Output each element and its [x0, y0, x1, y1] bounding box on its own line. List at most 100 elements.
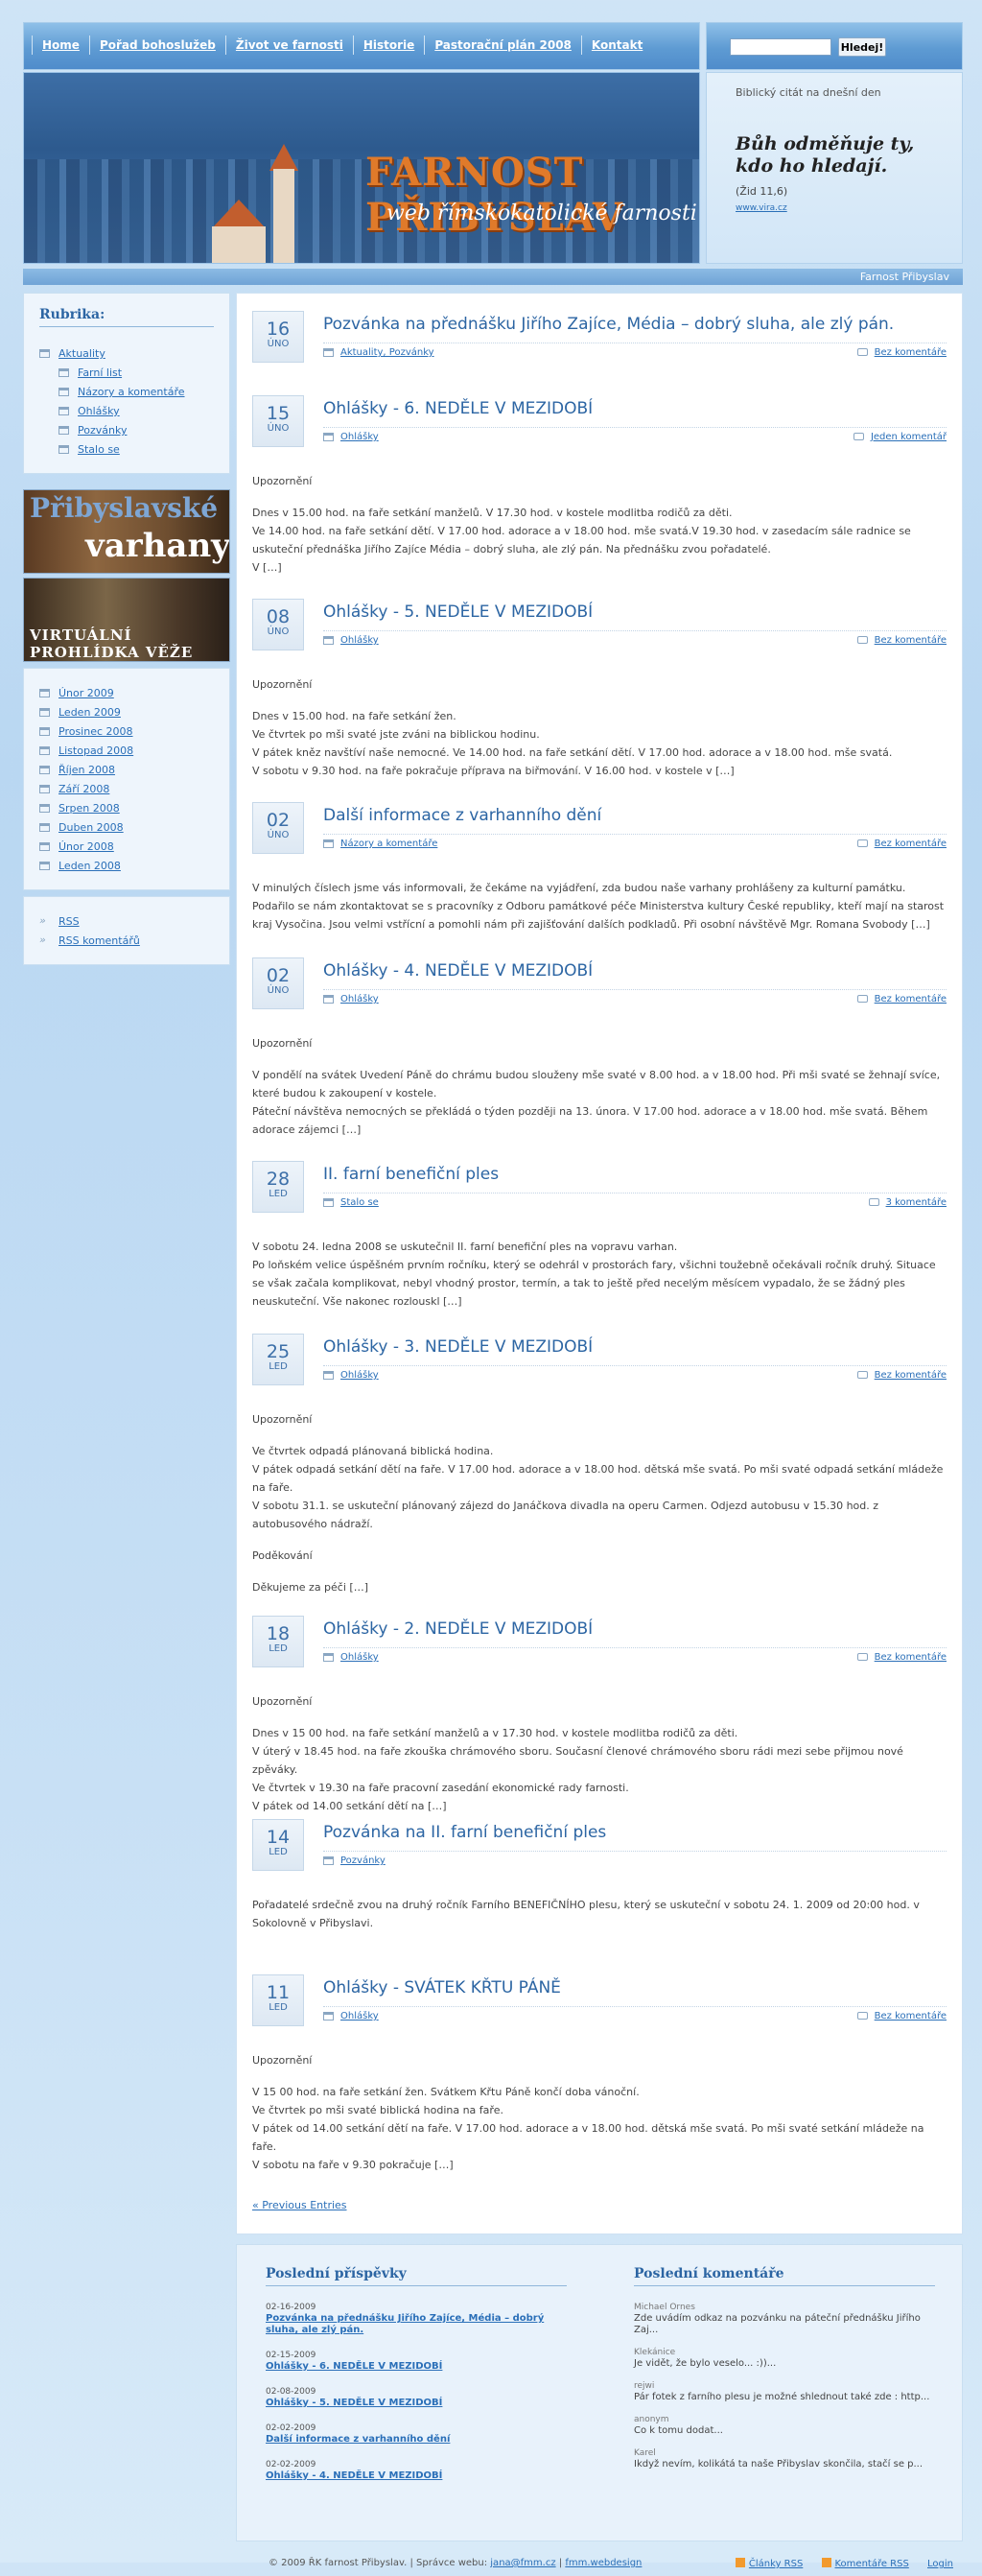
rss-feed-item[interactable]: » RSS	[39, 912, 214, 932]
post-category-link[interactable]: Ohlášky	[340, 1370, 379, 1381]
archive-item[interactable]: Únor 2008	[39, 838, 214, 857]
post-title-link[interactable]: Ohlášky - 3. NEDĚLE V MEZIDOBÍ	[323, 1337, 593, 1357]
admin-email-link[interactable]: jana@fmm.cz	[490, 2558, 555, 2568]
nav-item-parish-life[interactable]: Život ve farnosti	[224, 35, 353, 55]
post-comments-label[interactable]: Bez komentáře	[875, 839, 947, 849]
archive-link[interactable]: Duben 2008	[58, 821, 124, 834]
post-category-link[interactable]: Ohlášky	[340, 994, 379, 1004]
post-title-link[interactable]: II. farní benefiční ples	[323, 1165, 499, 1184]
archive-link[interactable]: Září 2008	[58, 783, 109, 795]
post-title-link[interactable]: Ohlášky - 6. NEDĚLE V MEZIDOBÍ	[323, 399, 593, 418]
post-comments-label[interactable]: Bez komentáře	[875, 347, 947, 358]
search-button[interactable]: Hledej!	[838, 37, 886, 57]
nav-history-link[interactable]: Historie	[363, 38, 414, 52]
category-item-aktuality[interactable]: Aktuality	[39, 344, 214, 364]
post-title-link[interactable]: Pozvánka na přednášku Jiřího Zajíce, Méd…	[323, 315, 894, 334]
rss-posts-label[interactable]: Články RSS	[749, 2559, 803, 2569]
comment-excerpt[interactable]: Co k tomu dodat...	[634, 2425, 935, 2437]
nav-parish-life-link[interactable]: Život ve farnosti	[236, 38, 343, 52]
post-comments-link[interactable]: Bez komentáře	[856, 1652, 947, 1663]
post-title-link[interactable]: Ohlášky - 4. NEDĚLE V MEZIDOBÍ	[323, 961, 593, 981]
nav-item-plan[interactable]: Pastorační plán 2008	[424, 35, 581, 55]
post-comments-label[interactable]: Bez komentáře	[875, 1370, 947, 1381]
category-item-stalo-se[interactable]: Stalo se	[39, 440, 214, 460]
post-comments-link[interactable]: Bez komentáře	[856, 839, 947, 849]
post-category-link[interactable]: Pozvánky	[340, 1855, 386, 1866]
post-comments-label[interactable]: Jeden komentář	[871, 432, 947, 442]
rss-comments-footer-link[interactable]: Komentáře RSS	[821, 2558, 909, 2569]
tower-tour-promo-banner[interactable]: VIRTUÁLNÍ PROHLÍDKA VĚŽE	[23, 578, 230, 662]
archive-link[interactable]: Únor 2008	[58, 840, 114, 853]
recent-post-link[interactable]: Ohlášky - 5. NEDĚLE V MEZIDOBÍ	[266, 2398, 567, 2409]
post-comments-label[interactable]: Bez komentáře	[875, 994, 947, 1004]
recent-comment-item[interactable]: Michael Ornes Zde uvádím odkaz na pozvánk…	[634, 2302, 935, 2336]
category-link[interactable]: Názory a komentáře	[78, 386, 185, 398]
category-link[interactable]: Aktuality	[58, 347, 105, 360]
archive-link[interactable]: Leden 2009	[58, 706, 121, 719]
archive-link[interactable]: Srpen 2008	[58, 802, 120, 815]
post-comments-link[interactable]: Bez komentáře	[856, 994, 947, 1004]
archive-item[interactable]: Leden 2009	[39, 703, 214, 722]
archive-item[interactable]: Srpen 2008	[39, 799, 214, 818]
post-comments-link[interactable]: Bez komentáře	[856, 347, 947, 358]
rss-comments-feed-item[interactable]: » RSS komentářů	[39, 932, 214, 951]
category-link[interactable]: Pozvánky	[78, 424, 127, 437]
category-link[interactable]: Ohlášky	[78, 405, 120, 417]
archive-item[interactable]: Září 2008	[39, 780, 214, 799]
comment-excerpt[interactable]: Ikdyž nevím, kolikátá ta naše Přibyslav …	[634, 2459, 935, 2470]
nav-item-home[interactable]: Home	[32, 35, 89, 55]
recent-comment-item[interactable]: Klekánice Je vidět, že bylo veselo... :))…	[634, 2347, 935, 2370]
post-category-link[interactable]: Stalo se	[340, 1197, 379, 1208]
recent-comment-item[interactable]: rejwi Pár fotek z farního plesu je možné …	[634, 2380, 935, 2403]
post-comments-label[interactable]: 3 komentáře	[886, 1197, 947, 1208]
post-comments-link[interactable]: 3 komentáře	[868, 1197, 947, 1208]
recent-post-link[interactable]: Ohlášky - 4. NEDĚLE V MEZIDOBÍ	[266, 2470, 567, 2482]
login-label[interactable]: Login	[927, 2559, 953, 2569]
post-category-link[interactable]: Aktuality, Pozvánky	[340, 347, 434, 358]
post-comments-label[interactable]: Bez komentáře	[875, 1652, 947, 1663]
archive-link[interactable]: Říjen 2008	[58, 764, 115, 776]
comment-excerpt[interactable]: Je vidět, že bylo veselo... :))...	[634, 2358, 935, 2370]
post-title-link[interactable]: Ohlášky - SVÁTEK KŘTU PÁNĚ	[323, 1978, 561, 1997]
post-category-link[interactable]: Ohlášky	[340, 432, 379, 442]
post-comments-link[interactable]: Jeden komentář	[853, 432, 947, 442]
comment-excerpt[interactable]: Zde uvádím odkaz na pozvánku na páteční …	[634, 2313, 935, 2336]
archive-link[interactable]: Listopad 2008	[58, 744, 133, 757]
post-comments-link[interactable]: Bez komentáře	[856, 1370, 947, 1381]
daily-quote-source-link[interactable]: www.vira.cz	[736, 203, 933, 213]
category-item-pozvanky[interactable]: Pozvánky	[39, 421, 214, 440]
archive-item[interactable]: Únor 2009	[39, 684, 214, 703]
recent-post-link[interactable]: Pozvánka na přednášku Jiřího Zajíce, Méd…	[266, 2313, 567, 2336]
category-link[interactable]: Farní list	[78, 366, 122, 379]
post-category-link[interactable]: Ohlášky	[340, 635, 379, 646]
archive-link[interactable]: Únor 2009	[58, 687, 114, 699]
post-comments-label[interactable]: Bez komentáře	[875, 2011, 947, 2021]
rss-comments-label[interactable]: Komentáře RSS	[835, 2559, 909, 2569]
post-category-link[interactable]: Názory a komentáře	[340, 839, 437, 849]
recent-post-link[interactable]: Ohlášky - 6. NEDĚLE V MEZIDOBÍ	[266, 2361, 567, 2373]
post-title-link[interactable]: Další informace z varhanního dění	[323, 806, 601, 825]
recent-comment-item[interactable]: anonym Co k tomu dodat...	[634, 2414, 935, 2437]
post-comments-label[interactable]: Bez komentáře	[875, 635, 947, 646]
nav-item-history[interactable]: Historie	[352, 35, 424, 55]
post-category-link[interactable]: Ohlášky	[340, 2011, 379, 2021]
category-item-nazory[interactable]: Názory a komentáře	[39, 383, 214, 402]
post-title-link[interactable]: Pozvánka na II. farní benefiční ples	[323, 1823, 606, 1842]
rss-link[interactable]: RSS	[58, 915, 80, 928]
organ-promo-banner[interactable]: Přibyslavské varhany	[23, 489, 230, 574]
search-input[interactable]	[730, 38, 831, 56]
nav-item-services[interactable]: Pořad bohoslužeb	[88, 35, 225, 55]
nav-item-contact[interactable]: Kontakt	[580, 35, 652, 55]
post-title-link[interactable]: Ohlášky - 5. NEDĚLE V MEZIDOBÍ	[323, 603, 593, 622]
nav-home-link[interactable]: Home	[42, 38, 80, 52]
nav-contact-link[interactable]: Kontakt	[592, 38, 643, 52]
archive-item[interactable]: Říjen 2008	[39, 761, 214, 780]
post-category-link[interactable]: Ohlášky	[340, 1652, 379, 1663]
nav-services-link[interactable]: Pořad bohoslužeb	[100, 38, 216, 52]
archive-link[interactable]: Prosinec 2008	[58, 725, 133, 738]
nav-plan-link[interactable]: Pastorační plán 2008	[434, 38, 572, 52]
category-item-ohlasky[interactable]: Ohlášky	[39, 402, 214, 421]
login-link[interactable]: Login	[927, 2559, 953, 2569]
archive-item[interactable]: Leden 2008	[39, 857, 214, 876]
post-comments-link[interactable]: Bez komentáře	[856, 635, 947, 646]
